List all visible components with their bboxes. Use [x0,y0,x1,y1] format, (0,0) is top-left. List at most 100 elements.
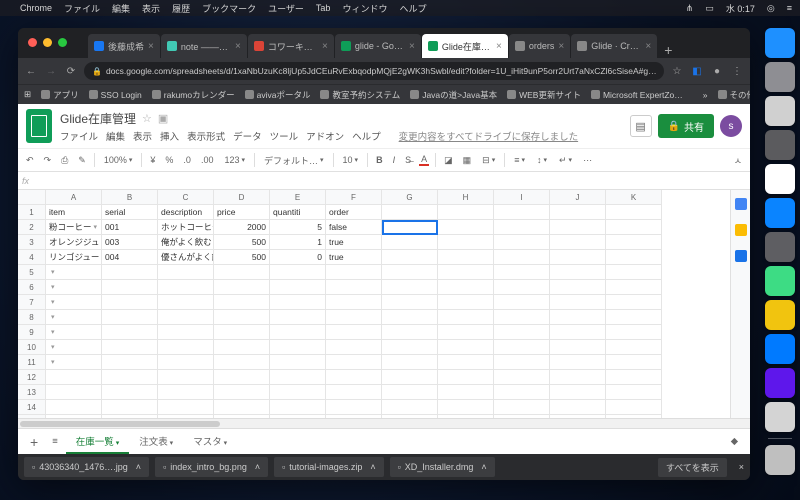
bookmark-item[interactable]: 教室予約システム [320,89,400,101]
dock-app-icon[interactable] [765,130,795,160]
download-item[interactable]: ▫43036340_1476….jpg˄ [24,457,149,477]
row-header[interactable]: 9 [18,325,46,340]
cell[interactable] [606,205,662,220]
column-header[interactable]: F [326,190,382,205]
reload-button[interactable]: ⟳ [64,66,78,77]
cell[interactable] [46,295,102,310]
sheet-tab[interactable]: 在庫一覧 [66,430,129,454]
bookmark-item[interactable]: SSO Login [89,90,142,100]
cell[interactable] [382,370,438,385]
cell[interactable] [494,280,550,295]
cell[interactable] [214,325,270,340]
bookmark-item[interactable]: Javaの道>Java基本 [410,89,497,101]
bold-button[interactable]: B [374,155,385,165]
cell[interactable] [326,325,382,340]
sheets-menu-item[interactable]: アドオン [306,129,344,143]
sheets-menu-item[interactable]: データ [233,129,262,143]
menu-extra-icon[interactable]: ≡ [787,3,792,13]
cell[interactable] [270,400,326,415]
cell[interactable] [438,295,494,310]
back-button[interactable]: ← [24,66,38,77]
cell[interactable] [270,265,326,280]
collapse-toolbar-button[interactable]: ㅅ [732,154,744,167]
bookmark-item[interactable]: アプリ [41,89,79,101]
horizontal-scrollbar[interactable] [18,418,750,428]
close-icon[interactable]: × [496,41,502,52]
clock[interactable]: 水 0:17 [726,2,755,15]
redo-button[interactable]: ↷ [42,155,54,166]
cell[interactable]: description [158,205,214,220]
font-size-dropdown[interactable]: 10 [340,155,362,165]
cell[interactable] [438,400,494,415]
cell[interactable] [382,355,438,370]
cell[interactable] [606,310,662,325]
maximize-button[interactable] [58,38,67,47]
cell[interactable] [550,310,606,325]
row-header[interactable]: 14 [18,400,46,415]
column-header[interactable]: G [382,190,438,205]
cell[interactable] [102,280,158,295]
undo-button[interactable]: ↶ [24,155,36,166]
cell[interactable]: price [214,205,270,220]
cell[interactable] [158,370,214,385]
cell[interactable] [494,400,550,415]
other-bookmarks[interactable]: その他のブックマーク [718,89,750,101]
cell[interactable]: true [326,250,382,265]
cell[interactable] [382,220,438,235]
cell[interactable] [46,340,102,355]
account-avatar[interactable]: s [720,115,742,137]
cell[interactable] [382,280,438,295]
dock-app-icon[interactable] [765,368,795,398]
sheets-menu-item[interactable]: 編集 [106,129,125,143]
cell[interactable] [550,265,606,280]
text-color-button[interactable]: A [419,154,429,166]
merge-dropdown[interactable]: ⊟ [479,155,498,166]
close-icon[interactable]: × [322,41,328,52]
cell[interactable]: 1 [270,235,326,250]
cell[interactable] [270,280,326,295]
siri-icon[interactable]: ◎ [767,3,775,14]
cell[interactable] [102,340,158,355]
formula-bar[interactable]: fx [18,172,750,190]
cell[interactable] [550,205,606,220]
row-header[interactable]: 8 [18,310,46,325]
cell[interactable] [270,370,326,385]
italic-button[interactable]: I [391,155,398,165]
cell[interactable]: 0 [270,250,326,265]
currency-button[interactable]: ¥ [148,155,157,165]
cell[interactable] [438,310,494,325]
show-all-downloads[interactable]: すべてを表示 [658,458,727,477]
cell[interactable] [438,220,494,235]
cell[interactable] [606,325,662,340]
menu-view[interactable]: 表示 [142,2,160,15]
cell[interactable] [494,325,550,340]
close-icon[interactable]: × [739,462,744,472]
minimize-button[interactable] [43,38,52,47]
apps-icon[interactable]: ⊞ [24,89,31,100]
cell[interactable] [438,265,494,280]
calendar-addon-icon[interactable] [735,198,747,210]
font-dropdown[interactable]: デフォルト… [261,154,327,167]
cell[interactable] [46,385,102,400]
sheets-menu-item[interactable]: ツール [270,129,299,143]
cell[interactable]: 2000 [214,220,270,235]
browser-tab[interactable]: orders× [509,34,570,58]
cell[interactable] [326,280,382,295]
cell[interactable] [270,385,326,400]
save-status[interactable]: 変更内容をすべてドライブに保存しました [399,129,578,143]
cell[interactable] [102,385,158,400]
cell[interactable]: ホットコーヒー用 [158,220,214,235]
menu-tab[interactable]: Tab [316,3,331,13]
cell[interactable] [494,265,550,280]
menu-edit[interactable]: 編集 [112,2,130,15]
close-icon[interactable]: × [558,41,564,52]
comment-button[interactable]: ▤ [630,115,652,137]
zoom-dropdown[interactable]: 100% [101,155,136,165]
close-icon[interactable]: × [645,41,651,52]
close-icon[interactable]: × [148,41,154,52]
dec-increase-button[interactable]: .00 [199,155,216,165]
cell[interactable] [494,385,550,400]
sheet-tab[interactable]: マスタ [183,430,237,454]
profile-icon[interactable]: ● [710,66,724,77]
cell[interactable]: quantiti [270,205,326,220]
